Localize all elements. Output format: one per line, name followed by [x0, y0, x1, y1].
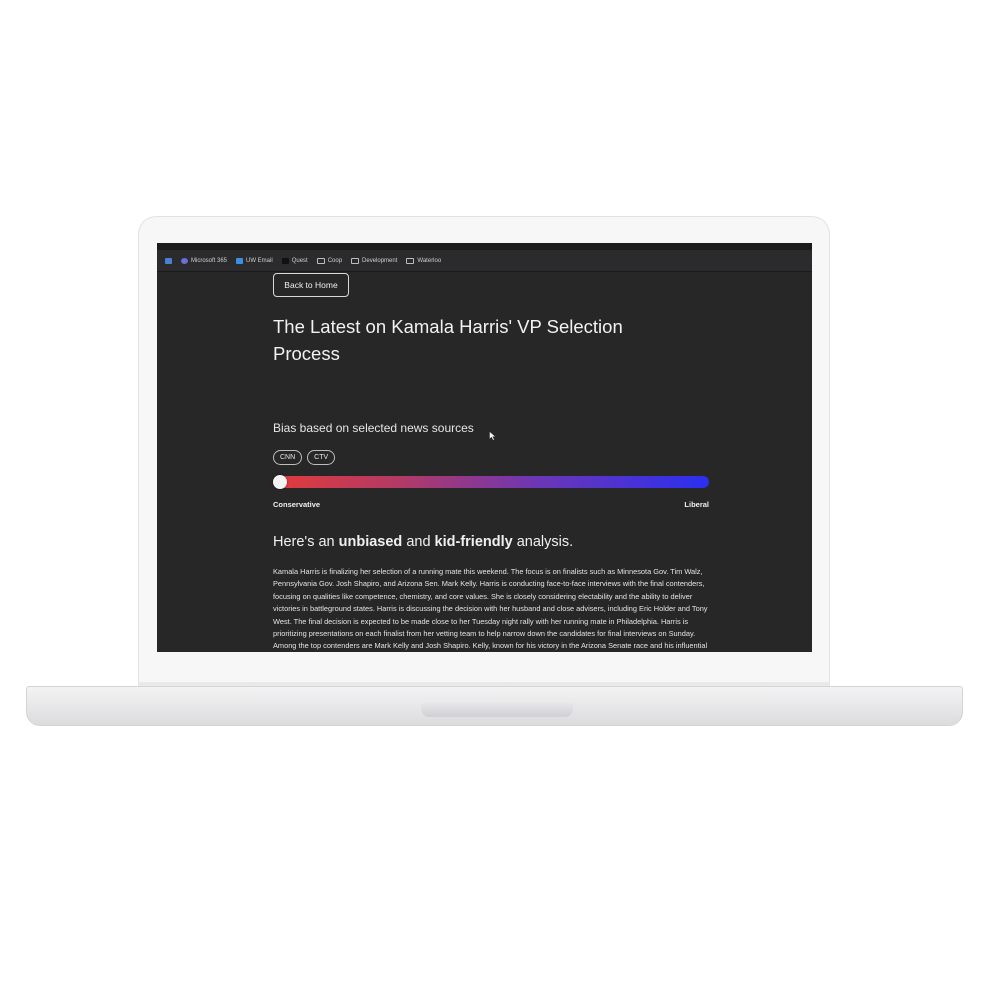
folder-icon — [351, 257, 360, 264]
bookmark-label: Waterloo — [417, 257, 442, 264]
bookmark-folder-coop[interactable]: Coop — [316, 257, 343, 264]
bookmark-label: Development — [362, 257, 398, 264]
bookmark-label: Microsoft 365 — [191, 257, 228, 264]
scale-label-liberal: Liberal — [684, 500, 709, 509]
analysis-body: Kamala Harris is finalizing her selectio… — [273, 567, 708, 651]
bookmarks-bar: Microsoft 365 UW Email Quest Coop Develo… — [157, 250, 812, 272]
news-source-chips: CNN CTV — [273, 450, 336, 465]
bookmark-folder-waterloo[interactable]: Waterloo — [406, 257, 442, 264]
source-chip-cnn[interactable]: CNN — [273, 450, 303, 465]
bias-slider-thumb[interactable] — [273, 475, 287, 489]
source-chip-ctv[interactable]: CTV — [307, 450, 336, 465]
mouse-cursor-icon — [489, 431, 497, 441]
quest-icon — [281, 257, 289, 264]
analysis-heading-kid-friendly: kid-friendly — [434, 534, 513, 550]
analysis-heading-text: analysis. — [512, 534, 574, 550]
folder-icon — [316, 257, 325, 264]
microsoft-icon — [181, 257, 188, 264]
analysis-heading-text: Here's an — [273, 534, 339, 550]
bookmark-uw-email[interactable]: UW Email — [236, 257, 273, 264]
scale-label-conservative: Conservative — [273, 500, 321, 509]
bookmark-label: Coop — [327, 257, 343, 264]
bookmark-quest[interactable]: Quest — [281, 257, 308, 264]
analysis-heading: Here's an unbiased and kid-friendly anal… — [273, 534, 573, 550]
bookmark-label: Quest — [291, 257, 308, 264]
bookmark-microsoft-365[interactable]: Microsoft 365 — [181, 257, 228, 264]
page-title: The Latest on Kamala Harris' VP Selectio… — [273, 316, 623, 364]
bookmark-label: UW Email — [246, 257, 273, 264]
bias-slider-track[interactable] — [273, 475, 709, 489]
browser-screen: Microsoft 365 UW Email Quest Coop Develo… — [157, 243, 812, 652]
folder-icon — [406, 257, 415, 264]
analysis-heading-text: and — [402, 534, 435, 550]
browser-tab-bar — [157, 243, 812, 250]
laptop-opening-notch — [421, 703, 573, 717]
laptop-base — [26, 686, 963, 726]
bookmark-folder-development[interactable]: Development — [351, 257, 398, 264]
outlook-icon — [236, 257, 244, 264]
back-to-home-button[interactable]: Back to Home — [273, 273, 349, 297]
bias-label: Bias based on selected news sources — [273, 421, 474, 435]
app-grid-icon — [165, 257, 172, 264]
analysis-heading-unbiased: unbiased — [338, 534, 403, 550]
bookmark-apps[interactable] — [165, 257, 172, 264]
